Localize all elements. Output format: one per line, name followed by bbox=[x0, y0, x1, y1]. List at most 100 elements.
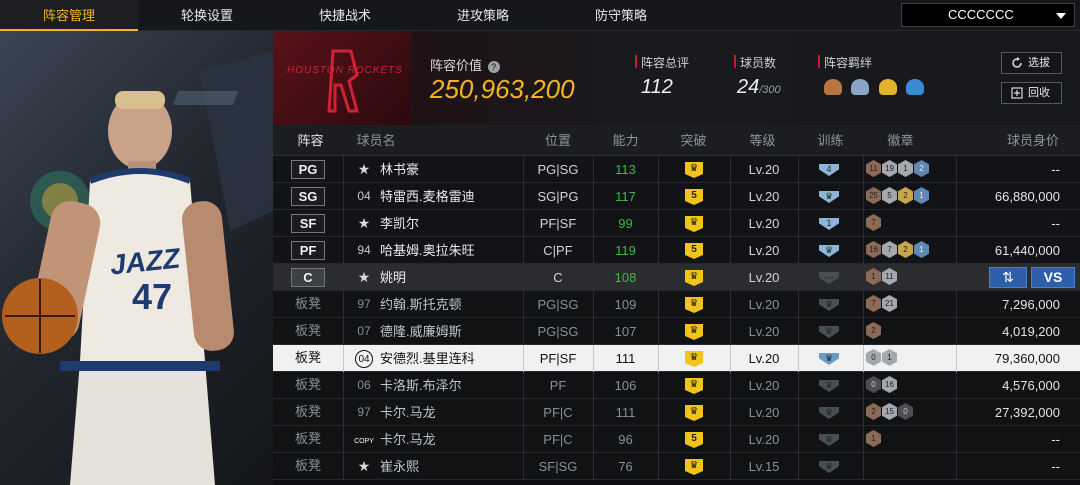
table-row[interactable]: 板凳 97 约翰.斯托克顿 PG|SG 109 ♛ Lv.20 ♛ 7 21 7,296,000 bbox=[273, 291, 1080, 318]
player-name[interactable]: 林书豪 bbox=[380, 156, 419, 183]
badge-icon[interactable]: 0 bbox=[898, 403, 913, 420]
col-badges[interactable]: 徽章 bbox=[868, 125, 933, 156]
recycle-button[interactable]: 回收 bbox=[1001, 82, 1062, 104]
badge-icon[interactable]: 11 bbox=[882, 268, 897, 285]
table-row[interactable]: PF 94 哈基姆.奥拉朱旺 C|PF 119 5 Lv.20 ♛ 16 7 2 1 61,440,00… bbox=[273, 237, 1080, 264]
lineup-dropdown[interactable]: CCCCCCC bbox=[901, 3, 1075, 27]
badge-icon[interactable]: 19 bbox=[882, 160, 897, 177]
badge-icon[interactable]: 7 bbox=[866, 214, 881, 231]
badge-icon[interactable]: 5 bbox=[882, 187, 897, 204]
table-row[interactable]: 板凳 COPY 卡尔.马龙 PF|C 96 5 Lv.20 ♛ 1 -- bbox=[273, 426, 1080, 453]
breakthrough-icon[interactable]: ♛ bbox=[685, 324, 703, 340]
badge-icon[interactable]: 1 bbox=[914, 241, 929, 258]
lineup-slot[interactable]: 板凳 bbox=[291, 295, 325, 314]
chemistry-silver-icon[interactable] bbox=[851, 79, 870, 95]
player-name[interactable]: 卡尔.马龙 bbox=[380, 426, 436, 453]
training-icon[interactable]: ♛ bbox=[819, 245, 839, 257]
breakthrough-icon[interactable]: ♛ bbox=[685, 270, 703, 286]
lineup-slot[interactable]: C bbox=[291, 268, 325, 287]
lineup-slot[interactable]: 板凳 bbox=[291, 376, 325, 395]
lineup-slot[interactable]: 板凳 bbox=[291, 403, 325, 422]
player-name[interactable]: 卡洛斯.布泽尔 bbox=[380, 372, 462, 399]
player-name[interactable]: 崔永熙 bbox=[380, 453, 419, 480]
vs-button[interactable]: VS bbox=[1031, 267, 1075, 288]
breakthrough-icon[interactable]: 5 bbox=[685, 243, 703, 259]
training-icon[interactable]: — bbox=[819, 272, 839, 284]
breakthrough-icon[interactable]: ♛ bbox=[685, 459, 703, 475]
badge-icon[interactable]: 21 bbox=[882, 295, 897, 312]
player-name[interactable]: 安德烈.基里连科 bbox=[380, 345, 475, 372]
col-position[interactable]: 位置 bbox=[523, 125, 593, 156]
training-icon[interactable]: ♛ bbox=[819, 326, 839, 338]
badge-icon[interactable]: 1 bbox=[898, 160, 913, 177]
breakthrough-icon[interactable]: ♛ bbox=[685, 351, 703, 367]
badge-icon[interactable]: 1 bbox=[866, 268, 881, 285]
training-icon[interactable]: ♛ bbox=[819, 407, 839, 419]
training-icon[interactable]: ♛ bbox=[819, 380, 839, 392]
table-row[interactable]: C ★ 姚明 C 108 ♛ Lv.20 — 1 11 ⇅ VS bbox=[273, 264, 1080, 291]
col-player-name[interactable]: 球员名 bbox=[351, 125, 401, 156]
table-row[interactable]: 板凳 ★ 崔永熙 SF|SG 76 ♛ Lv.15 ♛ -- bbox=[273, 453, 1080, 480]
badge-icon[interactable]: 2 bbox=[866, 403, 881, 420]
badge-icon[interactable]: 25 bbox=[866, 187, 881, 204]
training-icon[interactable]: 1 bbox=[819, 218, 839, 230]
player-name[interactable]: 李凯尔 bbox=[380, 210, 419, 237]
col-lineup[interactable]: 阵容 bbox=[283, 125, 338, 156]
badge-icon[interactable]: 0 bbox=[866, 376, 881, 393]
badge-icon[interactable]: 15 bbox=[882, 403, 897, 420]
lineup-slot[interactable]: 板凳 bbox=[291, 322, 325, 341]
player-name[interactable]: 特雷西.麦格雷迪 bbox=[380, 183, 475, 210]
lineup-slot[interactable]: SG bbox=[291, 187, 325, 206]
badge-icon[interactable]: 1 bbox=[882, 349, 897, 366]
badge-icon[interactable]: 16 bbox=[866, 241, 881, 258]
chemistry-blue-icon[interactable] bbox=[906, 79, 925, 95]
training-icon[interactable]: 4 bbox=[819, 164, 839, 176]
col-breakthrough[interactable]: 突破 bbox=[666, 125, 721, 156]
badge-icon[interactable]: 11 bbox=[866, 160, 881, 177]
badge-icon[interactable]: 1 bbox=[914, 187, 929, 204]
player-name[interactable]: 德隆.威廉姆斯 bbox=[380, 318, 462, 345]
badge-icon[interactable]: 2 bbox=[898, 187, 913, 204]
breakthrough-icon[interactable]: ♛ bbox=[685, 297, 703, 313]
swap-button[interactable]: ⇅ bbox=[989, 267, 1027, 288]
table-row[interactable]: 板凳 97 卡尔.马龙 PF|C 111 ♛ Lv.20 ♛ 2 15 0 27,392,000 bbox=[273, 399, 1080, 426]
badge-icon[interactable]: 16 bbox=[882, 376, 897, 393]
lineup-slot[interactable]: SF bbox=[291, 214, 325, 233]
badge-icon[interactable]: 7 bbox=[866, 295, 881, 312]
col-training[interactable]: 训练 bbox=[803, 125, 858, 156]
tab-offense[interactable]: 进攻策略 bbox=[414, 0, 552, 31]
tab-quick-tactics[interactable]: 快捷战术 bbox=[276, 0, 414, 31]
training-icon[interactable]: ♛ bbox=[819, 191, 839, 203]
col-player-value[interactable]: 球员身价 bbox=[993, 125, 1073, 156]
player-name[interactable]: 约翰.斯托克顿 bbox=[380, 291, 462, 318]
training-icon[interactable]: ♛ bbox=[819, 353, 839, 365]
badge-icon[interactable]: 2 bbox=[866, 322, 881, 339]
training-icon[interactable]: ♛ bbox=[819, 461, 839, 473]
col-ability[interactable]: 能力 bbox=[598, 125, 653, 156]
tab-defense[interactable]: 防守策略 bbox=[552, 0, 690, 31]
breakthrough-icon[interactable]: ♛ bbox=[685, 378, 703, 394]
draft-button[interactable]: 选拔 bbox=[1001, 52, 1062, 74]
lineup-slot[interactable]: PG bbox=[291, 160, 325, 179]
col-level[interactable]: 等级 bbox=[735, 125, 790, 156]
lineup-slot[interactable]: 板凳 bbox=[291, 349, 325, 368]
lineup-slot[interactable]: 板凳 bbox=[291, 457, 325, 476]
tab-lineup[interactable]: 阵容管理 bbox=[0, 0, 138, 31]
table-row[interactable]: 板凳 04 安德烈.基里连科 PF|SF 111 ♛ Lv.20 ♛ 0 1 79,360,000 bbox=[273, 345, 1080, 372]
lineup-slot[interactable]: PF bbox=[291, 241, 325, 260]
table-row[interactable]: PG ★ 林书豪 PG|SG 113 ♛ Lv.20 4 11 19 1 2 -- bbox=[273, 156, 1080, 183]
table-row[interactable]: 板凳 07 德隆.威廉姆斯 PG|SG 107 ♛ Lv.20 ♛ 2 4,019,200 bbox=[273, 318, 1080, 345]
training-icon[interactable]: ♛ bbox=[819, 299, 839, 311]
help-icon[interactable]: ? bbox=[487, 61, 500, 73]
lineup-slot[interactable]: 板凳 bbox=[291, 430, 325, 449]
breakthrough-icon[interactable]: ♛ bbox=[685, 216, 703, 232]
table-row[interactable]: SG 04 特雷西.麦格雷迪 SG|PG 117 5 Lv.20 ♛ 25 5 2 1 66,880,0… bbox=[273, 183, 1080, 210]
table-row[interactable]: 板凳 06 卡洛斯.布泽尔 PF 106 ♛ Lv.20 ♛ 0 16 4,576,000 bbox=[273, 372, 1080, 399]
tab-rotation[interactable]: 轮换设置 bbox=[138, 0, 276, 31]
chemistry-gold-icon[interactable] bbox=[878, 79, 897, 95]
breakthrough-icon[interactable]: 5 bbox=[685, 432, 703, 448]
badge-icon[interactable]: 7 bbox=[882, 241, 897, 258]
training-icon[interactable]: ♛ bbox=[819, 434, 839, 446]
player-name[interactable]: 卡尔.马龙 bbox=[380, 399, 436, 426]
badge-icon[interactable]: 2 bbox=[914, 160, 929, 177]
